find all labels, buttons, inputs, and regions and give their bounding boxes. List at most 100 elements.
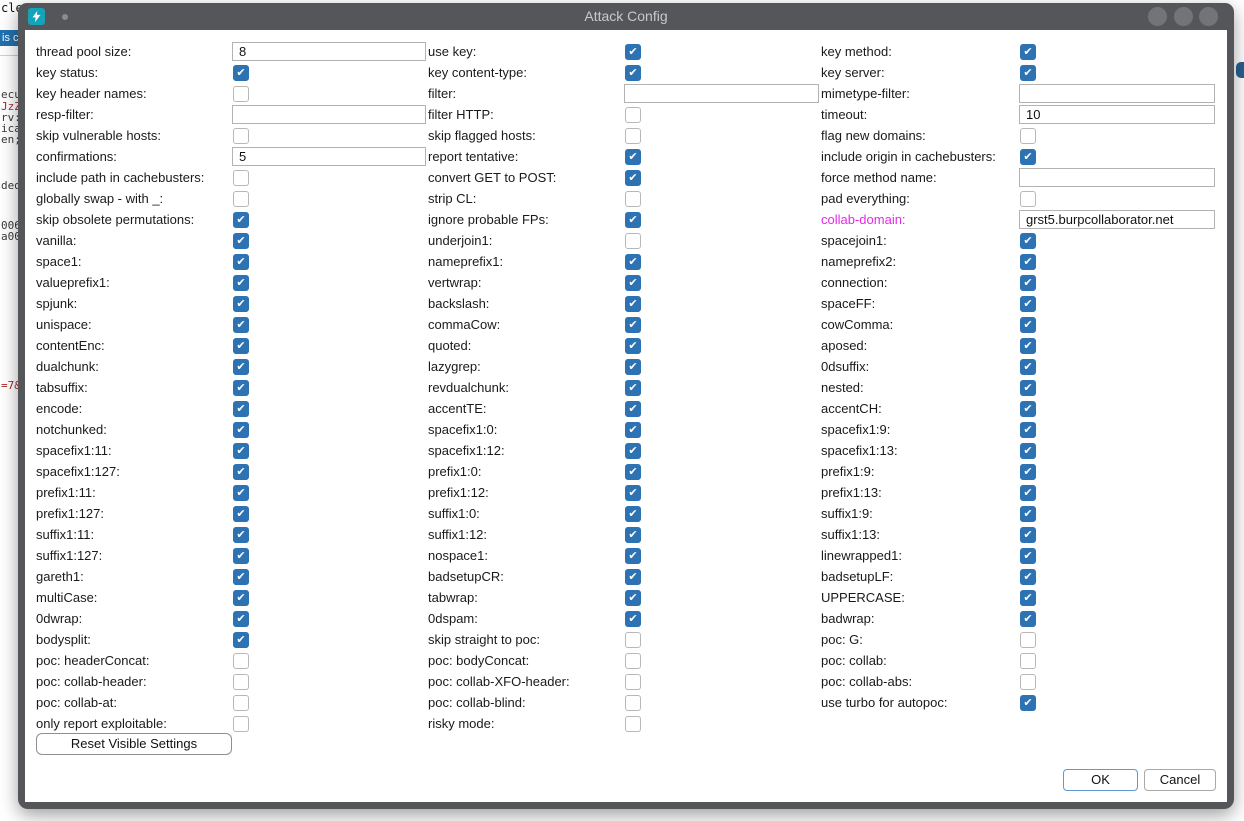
checkbox-prefix1-127[interactable] (233, 506, 249, 522)
checkbox-filter-http[interactable] (625, 107, 641, 123)
window-button-icon-3[interactable] (1199, 7, 1218, 26)
input-thread-pool-size[interactable] (232, 42, 426, 61)
checkbox-suffix1-11[interactable] (233, 527, 249, 543)
checkbox-tabwrap[interactable] (625, 590, 641, 606)
checkbox-aposed[interactable] (1020, 338, 1036, 354)
checkbox-spacefix1-127[interactable] (233, 464, 249, 480)
checkbox-use-key[interactable] (625, 44, 641, 60)
checkbox-uppercase[interactable] (1020, 590, 1036, 606)
checkbox-poc-collab[interactable] (1020, 653, 1036, 669)
checkbox-nameprefix1[interactable] (625, 254, 641, 270)
checkbox-poc-collab-xfo-header[interactable] (625, 674, 641, 690)
input-timeout[interactable] (1019, 105, 1215, 124)
checkbox-gareth1[interactable] (233, 569, 249, 585)
checkbox-spaceff[interactable] (1020, 296, 1036, 312)
checkbox-prefix1-12[interactable] (625, 485, 641, 501)
checkbox-prefix1-11[interactable] (233, 485, 249, 501)
checkbox-linewrapped1[interactable] (1020, 548, 1036, 564)
reset-visible-settings-button[interactable]: Reset Visible Settings (36, 733, 232, 755)
checkbox-badsetupcr[interactable] (625, 569, 641, 585)
checkbox-key-header-names[interactable] (233, 86, 249, 102)
input-confirmations[interactable] (232, 147, 426, 166)
input-collab-domain[interactable] (1019, 210, 1215, 229)
checkbox-flag-new-domains[interactable] (1020, 128, 1036, 144)
checkbox-key-status[interactable] (233, 65, 249, 81)
checkbox-dualchunk[interactable] (233, 359, 249, 375)
checkbox-vertwrap[interactable] (625, 275, 641, 291)
checkbox-badwrap[interactable] (1020, 611, 1036, 627)
checkbox-nested[interactable] (1020, 380, 1036, 396)
ok-button[interactable]: OK (1063, 769, 1138, 791)
checkbox-0dsuffix[interactable] (1020, 359, 1036, 375)
checkbox-underjoin1[interactable] (625, 233, 641, 249)
input-filter[interactable] (624, 84, 819, 103)
checkbox-accentch[interactable] (1020, 401, 1036, 417)
checkbox-suffix1-127[interactable] (233, 548, 249, 564)
checkbox-backslash[interactable] (625, 296, 641, 312)
checkbox-0dwrap[interactable] (233, 611, 249, 627)
input-resp-filter[interactable] (232, 105, 426, 124)
checkbox-0dspam[interactable] (625, 611, 641, 627)
checkbox-skip-obsolete-permutations[interactable] (233, 212, 249, 228)
input-force-method-name[interactable] (1019, 168, 1215, 187)
checkbox-poc-headerconcat[interactable] (233, 653, 249, 669)
checkbox-globally-swap-with[interactable] (233, 191, 249, 207)
checkbox-space1[interactable] (233, 254, 249, 270)
checkbox-connection[interactable] (1020, 275, 1036, 291)
checkbox-prefix1-13[interactable] (1020, 485, 1036, 501)
checkbox-quoted[interactable] (625, 338, 641, 354)
checkbox-accentte[interactable] (625, 401, 641, 417)
checkbox-unispace[interactable] (233, 317, 249, 333)
checkbox-suffix1-13[interactable] (1020, 527, 1036, 543)
checkbox-commacow[interactable] (625, 317, 641, 333)
checkbox-spacejoin1[interactable] (1020, 233, 1036, 249)
checkbox-risky-mode[interactable] (625, 716, 641, 732)
checkbox-prefix1-9[interactable] (1020, 464, 1036, 480)
checkbox-poc-collab-at[interactable] (233, 695, 249, 711)
window-button-icon-2[interactable] (1174, 7, 1193, 26)
checkbox-poc-bodyconcat[interactable] (625, 653, 641, 669)
checkbox-contentenc[interactable] (233, 338, 249, 354)
checkbox-nameprefix2[interactable] (1020, 254, 1036, 270)
checkbox-poc-collab-blind[interactable] (625, 695, 641, 711)
checkbox-ignore-probable-fps[interactable] (625, 212, 641, 228)
checkbox-tabsuffix[interactable] (233, 380, 249, 396)
checkbox-include-origin-in-cachebusters[interactable] (1020, 149, 1036, 165)
window-button-icon-1[interactable] (1148, 7, 1167, 26)
checkbox-skip-flagged-hosts[interactable] (625, 128, 641, 144)
checkbox-badsetuplf[interactable] (1020, 569, 1036, 585)
checkbox-pad-everything[interactable] (1020, 191, 1036, 207)
checkbox-spacefix1-9[interactable] (1020, 422, 1036, 438)
checkbox-spacefix1-13[interactable] (1020, 443, 1036, 459)
checkbox-poc-g[interactable] (1020, 632, 1036, 648)
checkbox-suffix1-9[interactable] (1020, 506, 1036, 522)
checkbox-vanilla[interactable] (233, 233, 249, 249)
checkbox-skip-vulnerable-hosts[interactable] (233, 128, 249, 144)
checkbox-spjunk[interactable] (233, 296, 249, 312)
checkbox-include-path-in-cachebusters[interactable] (233, 170, 249, 186)
checkbox-lazygrep[interactable] (625, 359, 641, 375)
checkbox-convert-get-to-post[interactable] (625, 170, 641, 186)
checkbox-cowcomma[interactable] (1020, 317, 1036, 333)
titlebar[interactable]: Attack Config (18, 3, 1234, 30)
checkbox-notchunked[interactable] (233, 422, 249, 438)
checkbox-spacefix1-12[interactable] (625, 443, 641, 459)
checkbox-spacefix1-11[interactable] (233, 443, 249, 459)
checkbox-strip-cl[interactable] (625, 191, 641, 207)
checkbox-multicase[interactable] (233, 590, 249, 606)
checkbox-bodysplit[interactable] (233, 632, 249, 648)
checkbox-poc-collab-header[interactable] (233, 674, 249, 690)
checkbox-poc-collab-abs[interactable] (1020, 674, 1036, 690)
input-mimetype-filter[interactable] (1019, 84, 1215, 103)
checkbox-spacefix1-0[interactable] (625, 422, 641, 438)
checkbox-skip-straight-to-poc[interactable] (625, 632, 641, 648)
checkbox-key-method[interactable] (1020, 44, 1036, 60)
cancel-button[interactable]: Cancel (1144, 769, 1216, 791)
checkbox-suffix1-0[interactable] (625, 506, 641, 522)
checkbox-nospace1[interactable] (625, 548, 641, 564)
checkbox-encode[interactable] (233, 401, 249, 417)
checkbox-prefix1-0[interactable] (625, 464, 641, 480)
checkbox-revdualchunk[interactable] (625, 380, 641, 396)
checkbox-valueprefix1[interactable] (233, 275, 249, 291)
checkbox-key-content-type[interactable] (625, 65, 641, 81)
